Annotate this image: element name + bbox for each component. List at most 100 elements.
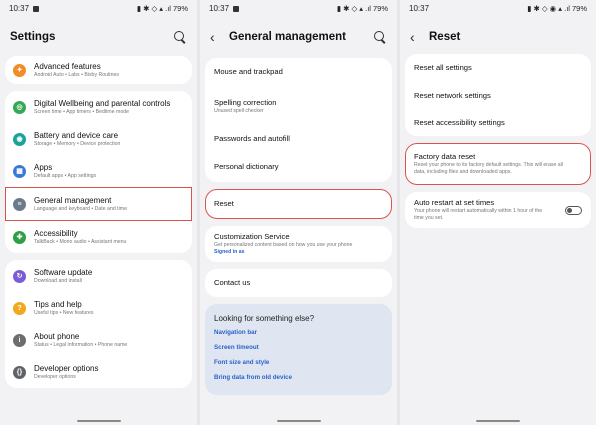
back-arrow-icon[interactable]: ‹	[210, 29, 220, 45]
page-title: Reset	[429, 31, 461, 43]
settings-item-advanced-features[interactable]: ✦ Advanced features Android Auto • Labs • …	[5, 56, 192, 84]
gesture-bar[interactable]	[276, 419, 321, 422]
battery-level: 79%	[172, 4, 188, 13]
settings-item-tips-and-help[interactable]: ? Tips and help Useful tips • New features	[5, 292, 192, 324]
settings-item-battery-and-device-care[interactable]: ◉ Battery and device care Storage • Memory…	[5, 123, 192, 155]
search-icon[interactable]	[373, 30, 387, 44]
auto-restart-toggle[interactable]	[565, 205, 582, 215]
settings-item-digital-wellbeing-and-parental-controls[interactable]: ◎ Digital Wellbeing and parental controls…	[5, 91, 192, 123]
suggestion-link-bring-data[interactable]: Bring data from old device	[214, 374, 383, 381]
settings-item-apps[interactable]: ▦ Apps Default apps • App settings	[5, 155, 192, 187]
customization-service-item[interactable]: Customization Service Get personalized co…	[205, 226, 392, 262]
signal-icon: ▮ ✱ ◇ ▴ .ıl	[336, 4, 371, 13]
page-title: Settings	[10, 31, 56, 43]
personal-dictionary-item[interactable]: Personal dictionary	[205, 152, 392, 182]
spelling-correction-item[interactable]: Spelling correction Unused spell checker	[205, 86, 392, 126]
status-bar: 10:37 ▮ ✱ ◇ ▴ .ıl 79%	[200, 0, 397, 17]
clock: 10:37	[409, 4, 430, 13]
battery-care-icon: ◉	[13, 132, 26, 146]
signal-icon: ▮ ✱ ◇ ◉ ▴ .ıl	[527, 4, 570, 13]
battery-level: 79%	[372, 4, 388, 13]
search-icon[interactable]	[173, 30, 187, 44]
mouse-trackpad-item[interactable]: Mouse and trackpad	[205, 58, 392, 86]
settings-item-subtitle: Language and keyboard • Date and time	[34, 205, 127, 212]
auto-restart-card: Auto restart at set times Your phone will…	[405, 192, 591, 228]
auto-restart-item[interactable]: Auto restart at set times Your phone will…	[405, 192, 591, 228]
suggestions-heading: Looking for something else?	[214, 314, 315, 323]
contact-card: Contact us	[205, 269, 392, 297]
developer-icon: {}	[13, 365, 26, 379]
clock: 10:37	[9, 4, 30, 13]
settings-item-label: Software update	[34, 267, 93, 277]
settings-item-subtitle: Storage • Memory • Device protection	[34, 140, 121, 147]
settings-item-label: About phone	[34, 331, 80, 341]
tips-icon: ?	[13, 301, 26, 315]
contact-us-item[interactable]: Contact us	[205, 269, 392, 297]
reset-accessibility-settings-item[interactable]: Reset accessibility settings	[405, 109, 591, 136]
accessibility-icon: ✚	[13, 230, 26, 244]
general-management-icon: ≡	[13, 197, 26, 211]
page-title: General management	[229, 31, 346, 43]
settings-item-general-management[interactable]: ≡ General management Language and keyboard…	[5, 187, 192, 221]
settings-header: Settings	[0, 17, 197, 57]
settings-item-subtitle: Screen time • App timers • Bedtime mode	[34, 108, 130, 115]
settings-item-about-phone[interactable]: i About phone Status • Legal information •…	[5, 324, 192, 356]
general-options-card: Mouse and trackpad Spelling correction Un…	[205, 58, 392, 182]
settings-item-label: Battery and device care	[34, 130, 119, 140]
info-icon: i	[13, 333, 26, 347]
gesture-bar[interactable]	[476, 419, 520, 422]
passwords-autofill-item[interactable]: Passwords and autofill	[205, 126, 392, 152]
apps-icon: ▦	[13, 164, 26, 178]
reset-network-settings-item[interactable]: Reset network settings	[405, 82, 591, 109]
settings-item-subtitle: Status • Legal information • Phone name	[34, 341, 128, 348]
reset-screen: 10:37 ▮ ✱ ◇ ◉ ▴ .ıl 79% ‹ Reset Reset all…	[400, 0, 596, 425]
settings-item-label: General management	[34, 195, 112, 205]
factory-reset-card: Factory data reset Reset your phone to it…	[405, 143, 591, 185]
status-bar: 10:37 ▮ ✱ ◇ ◉ ▴ .ıl 79%	[400, 0, 596, 17]
settings-item-subtitle: TalkBack • Mono audio • Assistant menu	[34, 238, 127, 245]
customization-card: Customization Service Get personalized co…	[205, 226, 392, 262]
suggestion-link-screen-timeout[interactable]: Screen timeout	[214, 344, 383, 351]
settings-item-label: Advanced features	[34, 61, 101, 71]
settings-item-label: Accessibility	[34, 228, 78, 238]
reset-header: ‹ Reset	[400, 17, 596, 57]
general-management-header: ‹ General management	[200, 17, 397, 57]
settings-item-label: Developer options	[34, 363, 99, 373]
status-bar: 10:37 ▮ ✱ ◇ ▴ .ıl 79%	[0, 0, 197, 17]
back-arrow-icon[interactable]: ‹	[410, 29, 420, 45]
settings-item-developer-options[interactable]: {} Developer options Developer options	[5, 356, 192, 388]
settings-card-2: ↻ Software update Download and install? Tip…	[5, 260, 192, 388]
suggestions-card: Looking for something else? Navigation b…	[205, 304, 392, 395]
reset-item[interactable]: Reset	[205, 189, 392, 219]
settings-item-subtitle: Download and install	[34, 277, 82, 284]
gesture-bar[interactable]	[76, 419, 121, 422]
reset-options-card: Reset all settings Reset network setting…	[405, 54, 591, 136]
suggestion-link-font-size[interactable]: Font size and style	[214, 359, 383, 366]
settings-item-label: Tips and help	[34, 299, 82, 309]
gallery-notification-icon	[233, 5, 240, 12]
signal-icon: ▮ ✱ ◇ ▴ .ıl	[136, 4, 171, 13]
wellbeing-icon: ◎	[13, 100, 26, 114]
software-update-icon: ↻	[13, 269, 26, 283]
settings-card-0: ✦ Advanced features Android Auto • Labs • …	[5, 56, 192, 84]
star-icon: ✦	[13, 63, 26, 77]
settings-item-subtitle: Developer options	[34, 373, 76, 380]
settings-item-accessibility[interactable]: ✚ Accessibility TalkBack • Mono audio • As…	[5, 221, 192, 253]
reset-card: Reset	[205, 189, 392, 219]
settings-item-label: Apps	[34, 162, 53, 172]
settings-card-1: ◎ Digital Wellbeing and parental controls…	[5, 91, 192, 253]
gallery-notification-icon	[33, 5, 40, 12]
suggestion-link-navigation-bar[interactable]: Navigation bar	[214, 329, 383, 336]
settings-item-subtitle: Default apps • App settings	[34, 172, 97, 179]
settings-screen: 10:37 ▮ ✱ ◇ ▴ .ıl 79% Settings ✦ Advanced …	[0, 0, 197, 425]
battery-level: 79%	[571, 4, 587, 13]
settings-item-label: Digital Wellbeing and parental controls	[34, 98, 171, 108]
settings-item-subtitle: Android Auto • Labs • Bixby Routines	[34, 71, 119, 78]
settings-item-subtitle: Useful tips • New features	[34, 309, 94, 316]
reset-all-settings-item[interactable]: Reset all settings	[405, 54, 591, 82]
general-management-screen: 10:37 ▮ ✱ ◇ ▴ .ıl 79% ‹ General managemen…	[200, 0, 397, 425]
factory-data-reset-item[interactable]: Factory data reset Reset your phone to it…	[405, 143, 591, 185]
settings-item-software-update[interactable]: ↻ Software update Download and install	[5, 260, 192, 292]
signed-in-status: Signed in as	[214, 249, 245, 255]
clock: 10:37	[209, 4, 230, 13]
